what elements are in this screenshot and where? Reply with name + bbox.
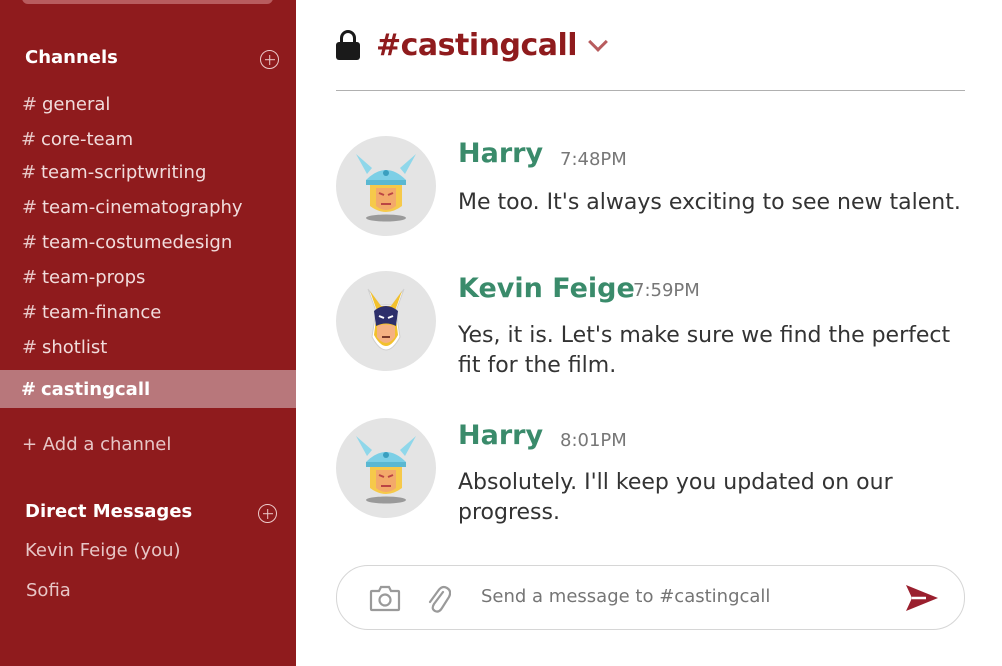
message-text: Absolutely. I'll keep you updated on our… bbox=[458, 470, 893, 525]
hash-icon: # bbox=[21, 162, 37, 183]
add-channel-icon[interactable] bbox=[260, 50, 279, 69]
dm-item-kevin-feige[interactable]: Kevin Feige (you) bbox=[25, 540, 181, 561]
message-text: Me too. It's always exciting to see new … bbox=[458, 190, 961, 215]
sidebar-search-bar[interactable] bbox=[22, 0, 273, 4]
wolverine-avatar[interactable] bbox=[336, 271, 436, 371]
channel-label: castingcall bbox=[41, 378, 151, 400]
message-composer[interactable] bbox=[336, 565, 965, 630]
hash-icon: # bbox=[22, 337, 38, 358]
header-divider bbox=[336, 90, 965, 91]
sidebar-item-team-cinematography[interactable]: # team-cinematography bbox=[0, 190, 296, 225]
message-item: Harry 7:48PM Me too. It's always excitin… bbox=[336, 136, 976, 236]
message-timestamp: 8:01PM bbox=[560, 430, 627, 451]
paperclip-icon[interactable] bbox=[425, 582, 452, 616]
camera-icon[interactable] bbox=[369, 584, 401, 612]
sidebar-item-general[interactable]: # general bbox=[0, 87, 296, 122]
hash-icon: # bbox=[21, 378, 37, 400]
message-author[interactable]: Harry bbox=[458, 138, 543, 169]
sidebar-item-team-props[interactable]: # team-props bbox=[0, 260, 296, 295]
lock-icon bbox=[336, 30, 360, 60]
dm-item-sofia[interactable]: Sofia bbox=[26, 580, 71, 601]
message-author[interactable]: Harry bbox=[458, 420, 543, 451]
message-input[interactable] bbox=[481, 586, 881, 607]
channel-header: #castingcall bbox=[336, 20, 608, 70]
message-timestamp: 7:48PM bbox=[560, 149, 627, 170]
sidebar-item-castingcall[interactable]: # castingcall bbox=[0, 370, 296, 408]
message-text: Yes, it is. Let's make sure we find the … bbox=[458, 323, 951, 378]
thor-avatar[interactable] bbox=[336, 136, 436, 236]
sidebar-item-shotlist[interactable]: # shotlist bbox=[0, 330, 296, 365]
hash-icon: # bbox=[22, 302, 38, 323]
direct-messages-heading[interactable]: Direct Messages bbox=[25, 501, 192, 522]
hash-icon: # bbox=[22, 94, 38, 115]
hash-icon: # bbox=[22, 267, 38, 288]
thor-avatar[interactable] bbox=[336, 418, 436, 518]
channel-label: team-finance bbox=[42, 302, 162, 323]
channel-label: core-team bbox=[41, 129, 134, 150]
add-dm-icon[interactable] bbox=[258, 504, 277, 523]
message-item: Harry 8:01PM Absolutely. I'll keep you u… bbox=[336, 418, 976, 525]
message-author[interactable]: Kevin Feige bbox=[458, 273, 635, 304]
hash-icon: # bbox=[22, 232, 38, 253]
channel-label: team-props bbox=[42, 267, 146, 288]
sidebar-item-team-finance[interactable]: # team-finance bbox=[0, 295, 296, 330]
add-channel-link[interactable]: + Add a channel bbox=[22, 434, 171, 455]
sidebar-item-core-team[interactable]: # core-team bbox=[0, 122, 296, 157]
channel-label: team-cinematography bbox=[42, 197, 243, 218]
sidebar-item-team-scriptwriting[interactable]: # team-scriptwriting bbox=[0, 155, 296, 190]
channel-label: shotlist bbox=[42, 337, 108, 358]
message-timestamp: 7:59PM bbox=[633, 280, 700, 301]
sidebar: Channels # general # core-team # team-sc… bbox=[0, 0, 296, 666]
channel-label: team-costumedesign bbox=[42, 232, 233, 253]
sidebar-item-team-costumedesign[interactable]: # team-costumedesign bbox=[0, 225, 296, 260]
channel-label: general bbox=[42, 94, 111, 115]
send-icon[interactable] bbox=[904, 582, 940, 614]
chevron-down-icon[interactable] bbox=[588, 32, 608, 52]
channel-label: team-scriptwriting bbox=[41, 162, 207, 183]
channel-title[interactable]: #castingcall bbox=[376, 28, 578, 63]
channels-heading[interactable]: Channels bbox=[25, 47, 118, 68]
hash-icon: # bbox=[22, 197, 38, 218]
message-item: Kevin Feige 7:59PM Yes, it is. Let's mak… bbox=[336, 271, 976, 378]
hash-icon: # bbox=[21, 129, 37, 150]
